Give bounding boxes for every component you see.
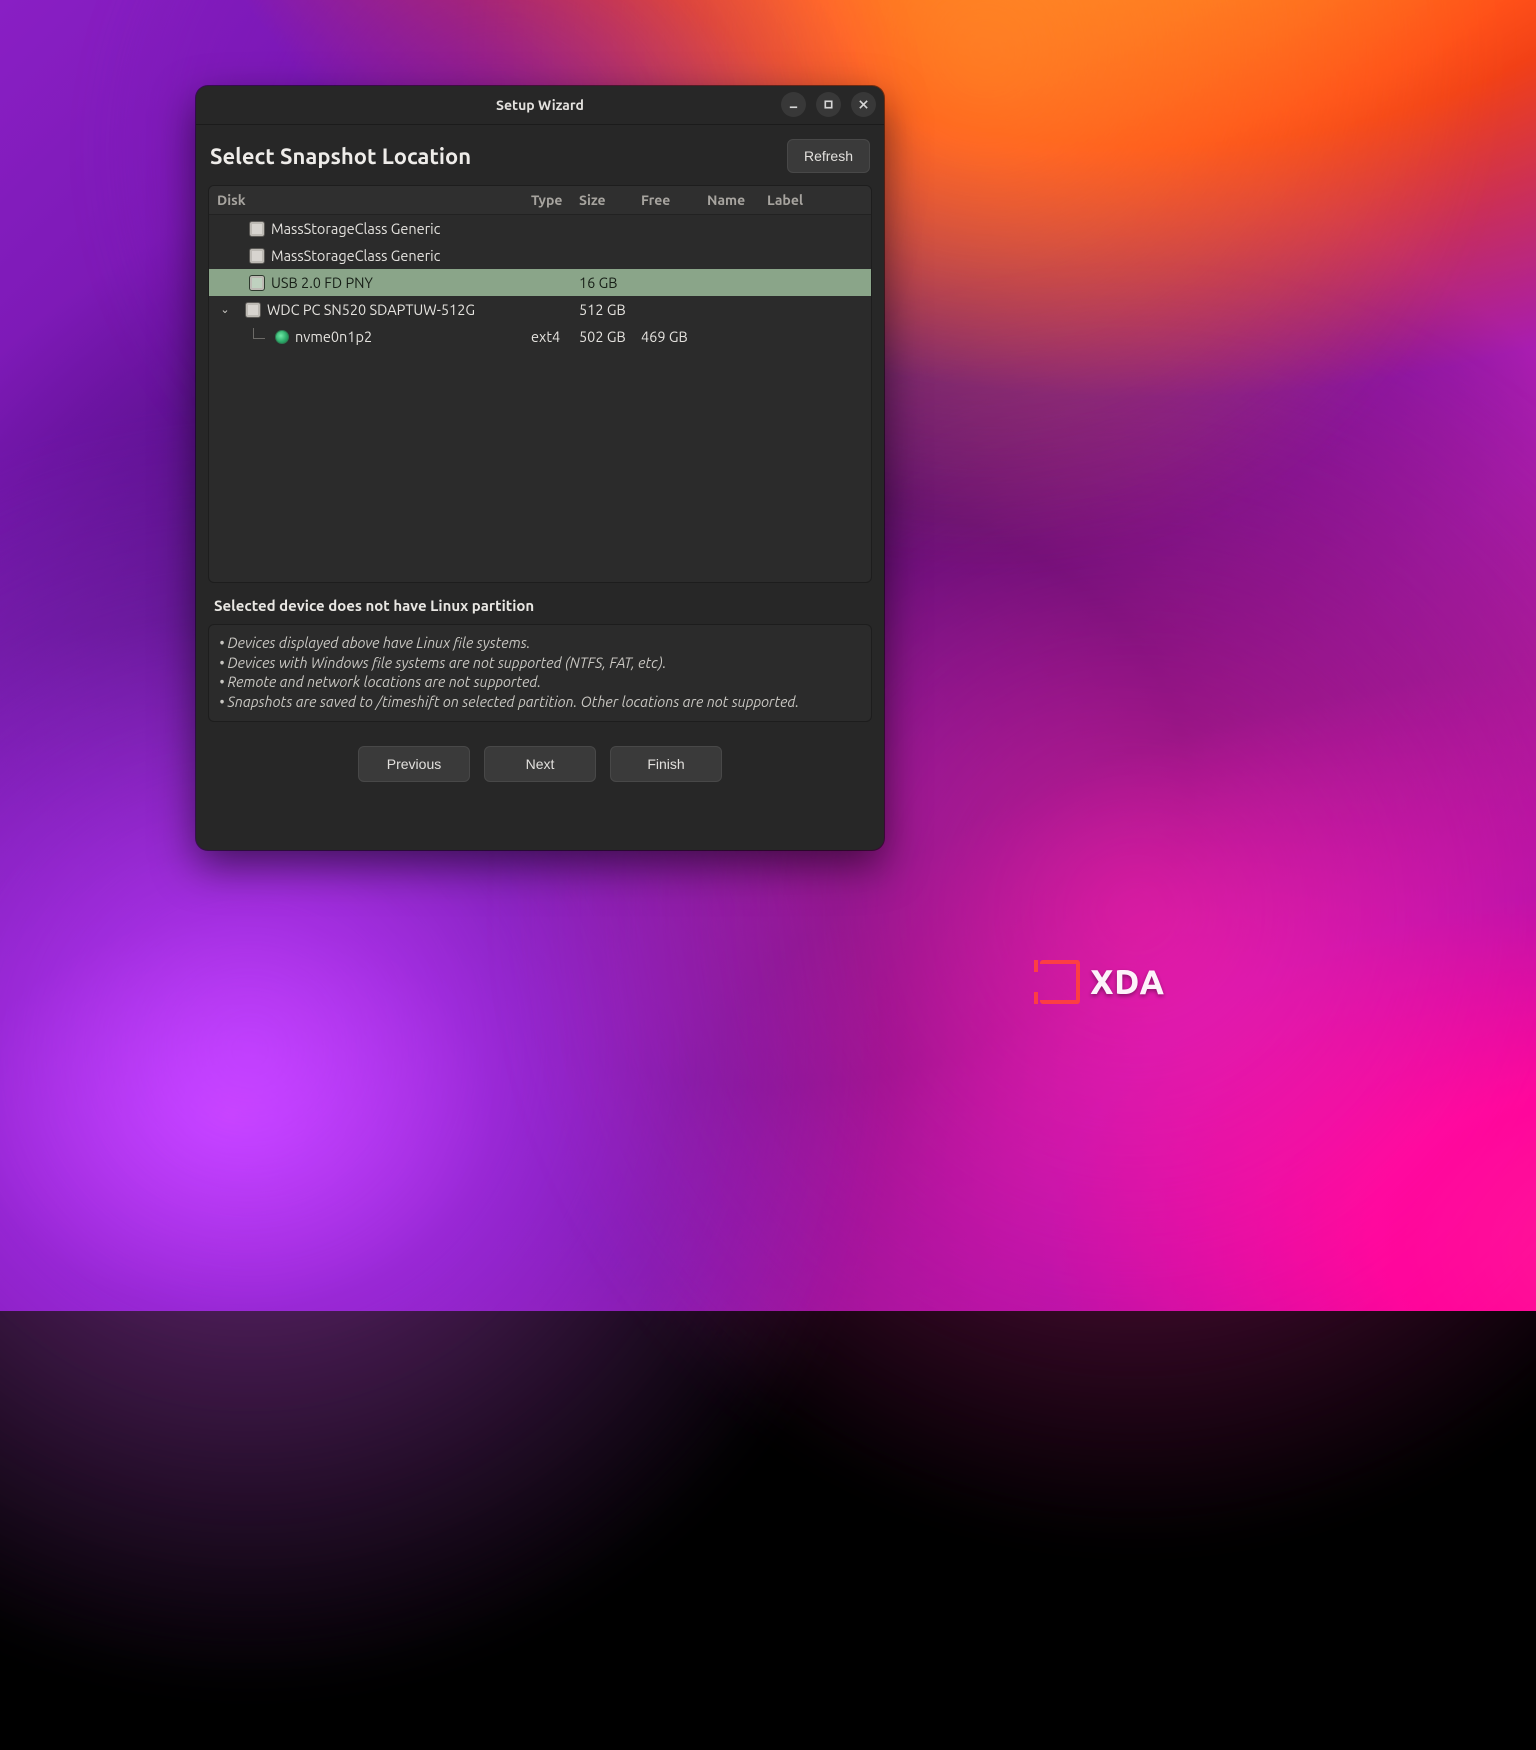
xda-watermark: XDA [1040,960,1165,1004]
col-size[interactable]: Size [579,192,641,208]
partition-row[interactable]: nvme0n1p2 ext4502 GB469 GB [209,323,871,350]
previous-button[interactable]: Previous [358,746,470,782]
device-tree-body[interactable]: MassStorageClass Generic MassStorageClass… [209,215,871,582]
xda-text: XDA [1090,963,1165,1001]
finish-button[interactable]: Finish [610,746,722,782]
info-panel: • Devices displayed above have Linux fil… [208,624,872,722]
drive-icon [245,302,261,318]
device-name: MassStorageClass Generic [271,247,440,264]
setup-wizard-window: Setup Wizard Select Snapshot Location Re… [196,86,884,850]
minimize-button[interactable] [781,92,806,117]
disk-row[interactable]: MassStorageClass Generic [209,242,871,269]
xda-logo-icon [1040,960,1080,1004]
page-title: Select Snapshot Location [210,144,471,169]
next-button[interactable]: Next [484,746,596,782]
disk-row[interactable]: USB 2.0 FD PNY 16 GB [209,269,871,296]
close-icon [858,99,869,110]
device-name: MassStorageClass Generic [271,220,440,237]
expand-toggle[interactable]: ⌄ [217,303,233,316]
tree-connector [247,328,267,346]
column-headers: Disk Type Size Free Name Label [209,186,871,215]
disk-row[interactable]: MassStorageClass Generic [209,215,871,242]
status-message: Selected device does not have Linux part… [208,593,872,614]
col-disk[interactable]: Disk [209,192,531,208]
window-title: Setup Wizard [496,97,584,113]
cell-free: 469 GB [641,328,707,345]
maximize-button[interactable] [816,92,841,117]
info-line: • Remote and network locations are not s… [219,672,861,692]
minimize-icon [788,99,799,110]
col-label[interactable]: Label [767,192,827,208]
device-name: USB 2.0 FD PNY [271,274,373,291]
info-line: • Devices with Windows file systems are … [219,653,861,673]
cell-size: 502 GB [579,328,641,345]
partition-icon [275,330,289,344]
drive-icon [249,248,265,264]
info-line: • Devices displayed above have Linux fil… [219,633,861,653]
info-line: • Snapshots are saved to /timeshift on s… [219,692,861,712]
device-name: WDC PC SN520 SDAPTUW-512G [267,301,475,318]
maximize-icon [823,99,834,110]
col-name[interactable]: Name [707,192,767,208]
refresh-button[interactable]: Refresh [787,139,870,173]
window-controls [781,92,876,117]
device-tree: Disk Type Size Free Name Label MassStora… [208,185,872,583]
col-type[interactable]: Type [531,192,579,208]
drive-icon [249,275,265,291]
cell-type: ext4 [531,328,579,345]
drive-icon [249,221,265,237]
close-button[interactable] [851,92,876,117]
device-name: nvme0n1p2 [295,328,372,345]
col-free[interactable]: Free [641,192,707,208]
titlebar[interactable]: Setup Wizard [196,86,884,125]
cell-size: 512 GB [579,301,641,318]
wizard-nav: Previous Next Finish [208,732,872,784]
disk-row[interactable]: ⌄ WDC PC SN520 SDAPTUW-512G 512 GB [209,296,871,323]
cell-size: 16 GB [579,274,641,291]
